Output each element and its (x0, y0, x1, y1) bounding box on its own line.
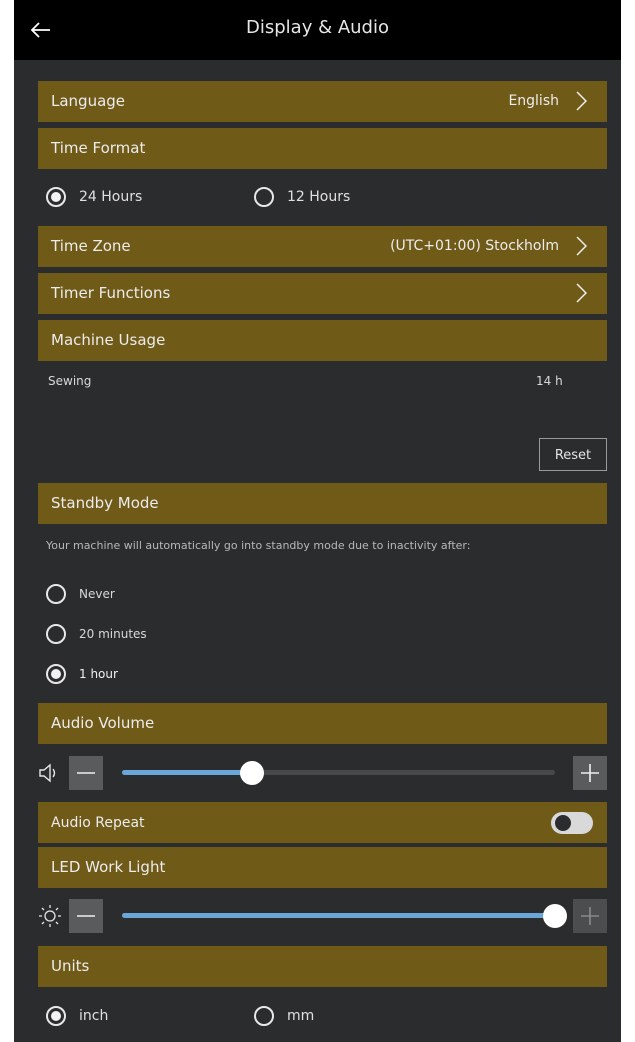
display-audio-screen: Display & Audio Language English Time Fo… (14, 0, 621, 1042)
audio-volume-header: Audio Volume (38, 703, 607, 744)
light-decrease-button[interactable] (69, 899, 103, 933)
speaker-icon (39, 763, 56, 783)
volume-slider-fill (122, 770, 252, 775)
minus-icon (77, 915, 95, 917)
reset-button[interactable]: Reset (539, 438, 607, 471)
brightness-icon (39, 905, 61, 927)
time-zone-value: (UTC+01:00) Stockholm (390, 238, 559, 254)
chevron-right-icon (576, 236, 587, 256)
units-header: Units (38, 946, 607, 987)
option-label-never: Never (79, 587, 115, 601)
option-label-12-hours: 12 Hours (287, 189, 351, 205)
option-label-1-hour: 1 hour (79, 667, 118, 681)
language-label: Language (51, 92, 126, 110)
option-label-20-minutes: 20 minutes (79, 627, 147, 641)
option-label-mm: mm (287, 1008, 315, 1024)
timer-functions-row[interactable]: Timer Functions (38, 273, 607, 314)
option-label-24-hours: 24 Hours (79, 189, 143, 205)
toggle-knob (554, 814, 572, 832)
page-title: Display & Audio (246, 17, 389, 38)
led-work-light-label: LED Work Light (51, 858, 166, 876)
standby-mode-label: Standby Mode (51, 494, 159, 512)
radio-mm[interactable] (254, 1006, 274, 1026)
light-increase-button[interactable] (573, 899, 607, 933)
radio-20-minutes[interactable] (46, 624, 66, 644)
audio-repeat-toggle[interactable] (551, 812, 593, 834)
top-bar: Display & Audio (14, 0, 621, 60)
light-slider-fill (122, 913, 555, 918)
led-work-light-header: LED Work Light (38, 847, 607, 888)
light-slider-knob[interactable] (543, 904, 567, 928)
machine-usage-header: Machine Usage (38, 320, 607, 361)
time-zone-label: Time Zone (51, 237, 131, 255)
machine-usage-label: Machine Usage (51, 331, 166, 349)
volume-decrease-button[interactable] (69, 756, 103, 790)
radio-12-hours[interactable] (254, 187, 274, 207)
time-format-header: Time Format (38, 128, 607, 169)
usage-item-name: Sewing (48, 374, 92, 388)
volume-increase-button[interactable] (573, 756, 607, 790)
units-label: Units (51, 957, 90, 975)
timer-functions-label: Timer Functions (51, 284, 171, 302)
radio-24-hours[interactable] (46, 187, 66, 207)
usage-item-value: 14 h (536, 374, 563, 388)
language-value: English (508, 93, 559, 109)
time-format-label: Time Format (51, 139, 146, 157)
chevron-right-icon (576, 91, 587, 111)
radio-1-hour[interactable] (46, 664, 66, 684)
standby-description: Your machine will automatically go into … (46, 539, 471, 552)
plus-icon (581, 907, 599, 925)
minus-icon (77, 772, 95, 774)
chevron-right-icon (576, 283, 587, 303)
option-label-inch: inch (79, 1008, 109, 1024)
language-row[interactable]: Language English (38, 81, 607, 122)
radio-never[interactable] (46, 584, 66, 604)
plus-icon (581, 764, 599, 782)
volume-slider-knob[interactable] (240, 761, 264, 785)
standby-mode-header: Standby Mode (38, 483, 607, 524)
radio-inch[interactable] (46, 1006, 66, 1026)
audio-repeat-row: Audio Repeat (38, 802, 607, 843)
audio-repeat-label: Audio Repeat (51, 815, 145, 831)
audio-volume-label: Audio Volume (51, 714, 155, 732)
time-zone-row[interactable]: Time Zone (UTC+01:00) Stockholm (38, 226, 607, 267)
